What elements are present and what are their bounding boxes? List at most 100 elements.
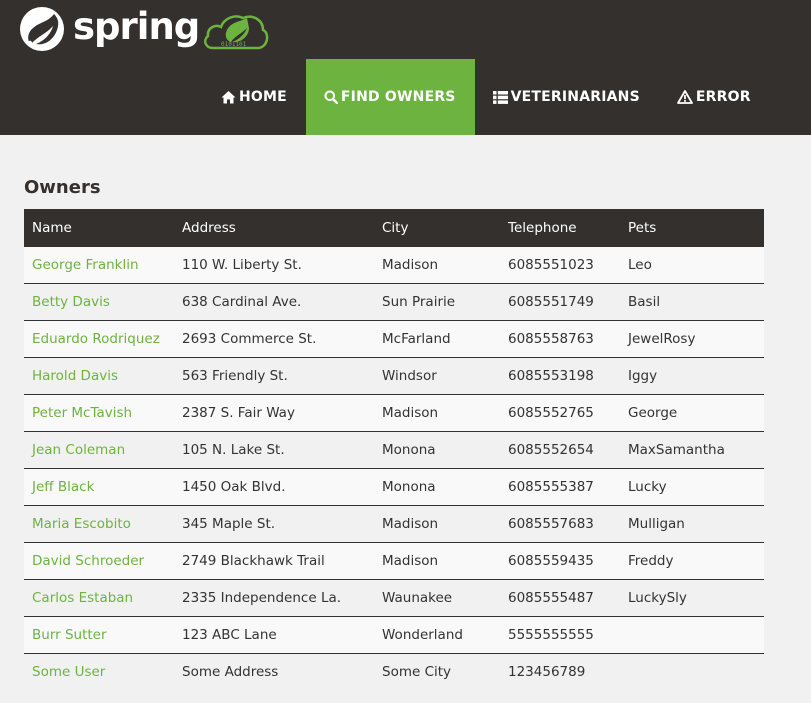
pets-cell: George xyxy=(620,394,764,432)
nav-find-owners[interactable]: FIND OWNERS xyxy=(305,59,475,135)
address-cell: 123 ABC Lane xyxy=(174,616,374,654)
nav-veterinarians-label: VETERINARIANS xyxy=(510,89,640,105)
table-row: Jeff Black 1450 Oak Blvd. Monona 6085555… xyxy=(24,468,764,506)
warning-icon xyxy=(676,90,693,104)
owner-name-cell: Jeff Black xyxy=(24,468,174,506)
city-cell: Waunakee xyxy=(374,579,500,617)
home-icon xyxy=(221,91,236,104)
table-row: Jean Coleman 105 N. Lake St. Monona 6085… xyxy=(24,431,764,469)
owner-name-cell: Eduardo Rodriquez xyxy=(24,320,174,358)
table-row: George Franklin 110 W. Liberty St. Madis… xyxy=(24,246,764,284)
city-cell: Madison xyxy=(374,542,500,580)
city-cell: Monona xyxy=(374,431,500,469)
column-header-address: Address xyxy=(174,209,374,247)
owner-name-link[interactable]: Peter McTavish xyxy=(32,405,132,421)
owner-name-cell: David Schroeder xyxy=(24,542,174,580)
main-content: Owners Name Address City Telephone Pets … xyxy=(24,135,764,690)
telephone-cell: 6085551023 xyxy=(500,246,620,284)
telephone-cell: 5555555555 xyxy=(500,616,620,654)
owner-name-link[interactable]: Carlos Estaban xyxy=(32,590,133,606)
telephone-cell: 6085553198 xyxy=(500,357,620,395)
owner-name-link[interactable]: Maria Escobito xyxy=(32,516,131,532)
owner-name-cell: George Franklin xyxy=(24,246,174,284)
nav-home-label: HOME xyxy=(239,89,287,105)
telephone-cell: 6085552765 xyxy=(500,394,620,432)
pets-cell: Basil xyxy=(620,283,764,321)
spring-leaf-icon xyxy=(20,7,64,51)
search-icon xyxy=(324,90,338,104)
owner-name-cell: Jean Coleman xyxy=(24,431,174,469)
table-row: Carlos Estaban 2335 Independence La. Wau… xyxy=(24,579,764,617)
pets-cell: Lucky xyxy=(620,468,764,506)
telephone-cell: 6085558763 xyxy=(500,320,620,358)
pets-cell: Freddy xyxy=(620,542,764,580)
telephone-cell: 123456789 xyxy=(508,664,586,680)
pets-cell xyxy=(620,616,764,654)
nav-error-label: ERROR xyxy=(695,89,751,105)
address-cell: 105 N. Lake St. xyxy=(174,431,374,469)
svg-text:0101101: 0101101 xyxy=(221,41,247,48)
city-cell: Monona xyxy=(374,468,500,506)
owner-name-link[interactable]: Burr Sutter xyxy=(32,627,107,643)
table-row: Some User Some Address Some City 1234567… xyxy=(24,653,764,691)
list-icon xyxy=(492,90,508,104)
table-row: Eduardo Rodriquez 2693 Commerce St. McFa… xyxy=(24,320,764,358)
pets-cell: MaxSamantha xyxy=(620,431,764,469)
owner-name-link[interactable]: Harold Davis xyxy=(32,368,118,384)
telephone-cell: 6085559435 xyxy=(500,542,620,580)
address-cell: Some Address xyxy=(182,664,279,680)
telephone-cell: 6085557683 xyxy=(500,505,620,543)
address-cell: 563 Friendly St. xyxy=(174,357,374,395)
table-row: Burr Sutter 123 ABC Lane Wonderland 5555… xyxy=(24,616,764,654)
owner-name-link[interactable]: Betty Davis xyxy=(32,294,110,310)
telephone-cell: 6085551749 xyxy=(500,283,620,321)
owner-name-link[interactable]: Jean Coleman xyxy=(32,442,125,458)
column-header-pets: Pets xyxy=(620,209,764,247)
nav-veterinarians[interactable]: VETERINARIANS xyxy=(475,59,659,135)
city-cell: Madison xyxy=(374,505,500,543)
owner-name-cell: Betty Davis xyxy=(24,283,174,321)
owner-name-cell: Peter McTavish xyxy=(24,394,174,432)
table-row: Harold Davis 563 Friendly St. Windsor 60… xyxy=(24,357,764,395)
telephone-cell: 6085555487 xyxy=(500,579,620,617)
pets-cell: Iggy xyxy=(620,357,764,395)
owner-name-cell: Carlos Estaban xyxy=(24,579,174,617)
nav-find-owners-label: FIND OWNERS xyxy=(340,89,456,105)
address-cell: 345 Maple St. xyxy=(174,505,374,543)
city-cell: Madison xyxy=(374,246,500,284)
owner-name-cell: Harold Davis xyxy=(24,357,174,395)
owner-name-cell: Burr Sutter xyxy=(24,616,174,654)
city-cell: Wonderland xyxy=(374,616,500,654)
pets-cell: Leo xyxy=(620,246,764,284)
owner-name-cell: Some User xyxy=(24,654,174,691)
address-cell: 638 Cardinal Ave. xyxy=(174,283,374,321)
owner-name-link[interactable]: David Schroeder xyxy=(32,553,144,569)
nav-error[interactable]: ERROR xyxy=(659,59,770,135)
owner-name-link[interactable]: Eduardo Rodriquez xyxy=(32,331,160,347)
owner-name-cell: Maria Escobito xyxy=(24,505,174,543)
city-cell: Madison xyxy=(374,394,500,432)
spring-logo[interactable]: spring 0101101 xyxy=(18,4,269,52)
address-cell: 2335 Independence La. xyxy=(174,579,374,617)
nav-home[interactable]: HOME xyxy=(203,59,306,135)
spring-wordmark: spring xyxy=(73,4,200,48)
owner-name-link[interactable]: Some User xyxy=(32,664,105,680)
city-cell: Sun Prairie xyxy=(374,283,500,321)
pets-cell: LuckySly xyxy=(620,579,764,617)
table-header-row: Name Address City Telephone Pets xyxy=(24,209,764,247)
owners-table: Name Address City Telephone Pets George … xyxy=(24,209,764,690)
address-cell: 2387 S. Fair Way xyxy=(174,394,374,432)
owner-name-link[interactable]: Jeff Black xyxy=(32,479,94,495)
pets-cell: Mulligan xyxy=(620,505,764,543)
pets-cell xyxy=(620,654,764,691)
column-header-name: Name xyxy=(24,209,174,247)
address-cell: 1450 Oak Blvd. xyxy=(174,468,374,506)
column-header-city: City xyxy=(374,209,500,247)
table-row: Betty Davis 638 Cardinal Ave. Sun Prairi… xyxy=(24,283,764,321)
table-row: David Schroeder 2749 Blackhawk Trail Mad… xyxy=(24,542,764,580)
pets-cell: JewelRosy xyxy=(620,320,764,358)
city-cell: Some City xyxy=(382,664,452,680)
page-title: Owners xyxy=(24,177,101,198)
owner-name-link[interactable]: George Franklin xyxy=(32,257,139,273)
telephone-cell: 6085552654 xyxy=(500,431,620,469)
